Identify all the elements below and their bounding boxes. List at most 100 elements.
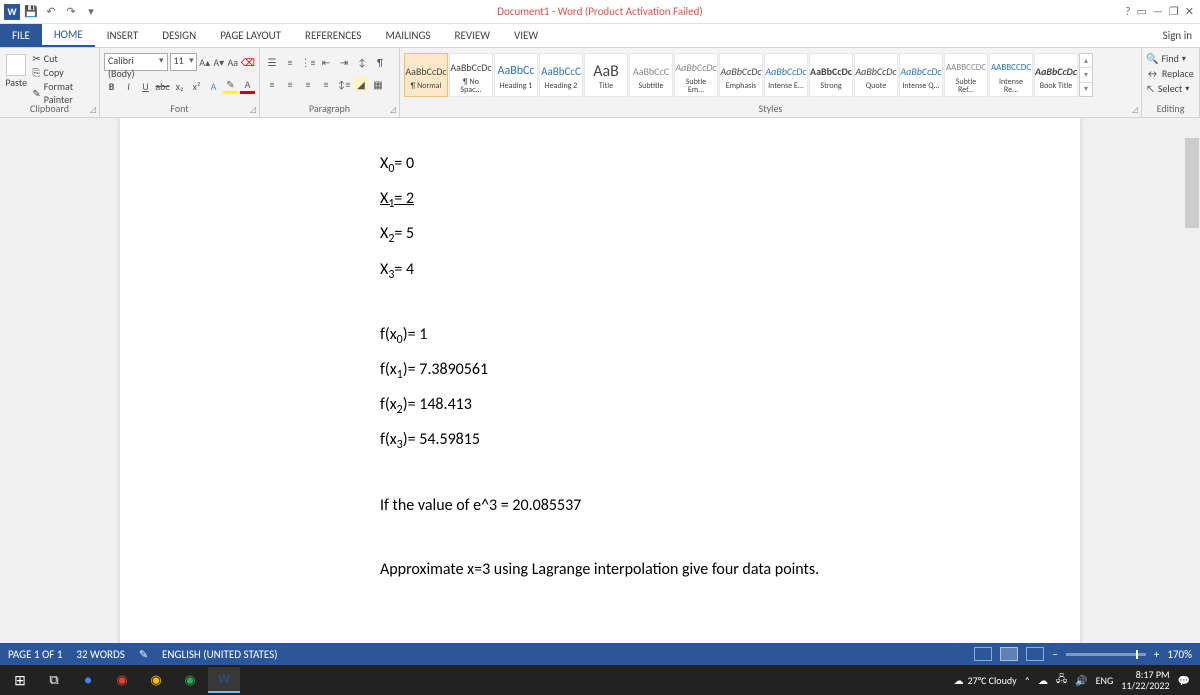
zoom-out-button[interactable]: −	[1052, 648, 1057, 661]
task-view-button[interactable]: ⧉	[38, 667, 70, 693]
maximize-icon[interactable]: ❐	[1169, 5, 1179, 18]
style-quote[interactable]: AaBbCcDcQuote	[854, 53, 898, 97]
find-button[interactable]: 🔍Find▾	[1146, 52, 1195, 65]
style-strong[interactable]: AaBbCcDcStrong	[809, 53, 853, 97]
style--normal[interactable]: AaBbCcDc¶ Normal	[404, 53, 448, 97]
style-intense-q-[interactable]: AaBbCcDcIntense Q...	[899, 53, 943, 97]
font-launcher-icon[interactable]: ◿	[250, 105, 256, 115]
app-icon-3[interactable]: ◉	[174, 667, 206, 693]
font-size-select[interactable]: 11	[170, 53, 197, 71]
superscript-button[interactable]: x²	[189, 78, 204, 94]
tab-home[interactable]: HOME	[42, 24, 95, 47]
undo-icon[interactable]: ↶	[42, 3, 60, 21]
document-content[interactable]: X0= 0X1= 2X2= 5X3= 4f(x0)= 1f(x1)= 7.389…	[120, 118, 1080, 586]
volume-icon[interactable]: 🔊	[1075, 674, 1087, 687]
save-icon[interactable]: 💾	[22, 3, 40, 21]
chrome-icon[interactable]: ●	[72, 667, 104, 693]
page[interactable]: X0= 0X1= 2X2= 5X3= 4f(x0)= 1f(x1)= 7.389…	[120, 118, 1080, 643]
minimize-icon[interactable]: —	[1153, 5, 1163, 18]
multilevel-button[interactable]: ⋮≡	[300, 54, 316, 70]
style-subtitle[interactable]: AaBbCcCSubtitle	[629, 53, 673, 97]
start-button[interactable]: ⊞	[4, 667, 36, 693]
style-intense-e-[interactable]: AaBbCcDcIntense E...	[764, 53, 808, 97]
help-icon[interactable]: ?	[1125, 5, 1130, 18]
underline-button[interactable]: U	[138, 78, 153, 94]
line-spacing-button[interactable]: ↕≡	[336, 76, 352, 92]
tab-review[interactable]: REVIEW	[442, 24, 502, 47]
word-count[interactable]: 32 WORDS	[76, 648, 124, 661]
justify-button[interactable]: ≡	[318, 76, 334, 92]
web-layout-button[interactable]	[1026, 647, 1044, 661]
tab-design[interactable]: DESIGN	[150, 24, 208, 47]
sign-in-link[interactable]: Sign in	[1155, 24, 1200, 47]
align-center-button[interactable]: ≡	[282, 76, 298, 92]
show-marks-button[interactable]: ¶	[372, 54, 388, 70]
ribbon-display-icon[interactable]: ▭	[1137, 5, 1147, 18]
shrink-font-button[interactable]: A▾	[213, 54, 225, 70]
tray-chevron-icon[interactable]: ˄	[1025, 674, 1030, 687]
style-emphasis[interactable]: AaBbCcDcEmphasis	[719, 53, 763, 97]
font-color-button[interactable]: A	[240, 78, 255, 94]
style-heading-1[interactable]: AaBbCcHeading 1	[494, 53, 538, 97]
notifications-icon[interactable]: 💬	[1178, 674, 1190, 687]
style-book-title[interactable]: AaBbCcDcBook Title	[1034, 53, 1078, 97]
style-intense-re-[interactable]: AABBCCDCIntense Re...	[989, 53, 1033, 97]
decrease-indent-button[interactable]: ⇤	[318, 54, 334, 70]
network-icon[interactable]: 🖧	[1056, 672, 1067, 689]
strikethrough-button[interactable]: abc	[155, 78, 170, 94]
align-left-button[interactable]: ≡	[264, 76, 280, 92]
clock[interactable]: 8:17 PM 11/22/2022	[1121, 669, 1169, 691]
copy-button[interactable]: ⎘Copy	[32, 66, 95, 79]
tab-file[interactable]: FILE	[0, 24, 42, 47]
italic-button[interactable]: I	[121, 78, 136, 94]
redo-icon[interactable]: ↷	[62, 3, 80, 21]
tab-mailings[interactable]: MAILINGS	[373, 24, 442, 47]
app-icon-2[interactable]: ◉	[140, 667, 172, 693]
grow-font-button[interactable]: A▴	[199, 54, 211, 70]
replace-button[interactable]: ↔Replace	[1146, 67, 1195, 80]
vertical-scrollbar[interactable]	[1184, 118, 1200, 643]
change-case-button[interactable]: Aa	[227, 54, 239, 70]
weather-widget[interactable]: ☁27°C Cloudy	[954, 674, 1017, 687]
style-subtle-em-[interactable]: AaBbCcDcSubtle Em...	[674, 53, 718, 97]
clear-formatting-button[interactable]: ⌫	[241, 54, 255, 70]
bullets-button[interactable]: ☰	[264, 54, 280, 70]
language-indicator[interactable]: ENGLISH (UNITED STATES)	[162, 648, 277, 661]
zoom-slider[interactable]	[1066, 653, 1146, 656]
shading-button[interactable]: ◢	[354, 77, 368, 91]
page-indicator[interactable]: PAGE 1 OF 1	[8, 648, 62, 661]
borders-button[interactable]: ▦	[370, 76, 386, 92]
zoom-level[interactable]: 170%	[1167, 648, 1192, 661]
highlight-button[interactable]: ✎	[223, 78, 238, 94]
font-name-select[interactable]: Calibri (Body)	[104, 53, 168, 71]
select-button[interactable]: ↖Select▾	[1146, 82, 1195, 95]
bold-button[interactable]: B	[104, 78, 119, 94]
paste-button[interactable]: Paste	[4, 50, 28, 104]
sort-button[interactable]: ↕	[354, 54, 370, 70]
style-subtle-ref-[interactable]: AABBCCDCSubtle Ref...	[944, 53, 988, 97]
print-layout-button[interactable]	[1000, 647, 1018, 661]
zoom-in-button[interactable]: +	[1154, 648, 1159, 661]
paragraph-launcher-icon[interactable]: ◿	[390, 105, 396, 115]
scrollbar-thumb[interactable]	[1185, 138, 1199, 228]
app-icon-1[interactable]: ◉	[106, 667, 138, 693]
onedrive-icon[interactable]: ☁	[1038, 674, 1048, 687]
cut-button[interactable]: ✂Cut	[32, 52, 95, 65]
input-language[interactable]: ENG	[1096, 674, 1114, 687]
style-heading-2[interactable]: AaBbCcCHeading 2	[539, 53, 583, 97]
clipboard-launcher-icon[interactable]: ◿	[90, 105, 96, 115]
text-effects-button[interactable]: A	[206, 78, 221, 94]
styles-gallery[interactable]: AaBbCcDc¶ NormalAaBbCcDc¶ No Spac...AaBb…	[404, 50, 1137, 100]
spell-check-icon[interactable]: ✎	[139, 648, 148, 661]
style-title[interactable]: AaBTitle	[584, 53, 628, 97]
tab-page-layout[interactable]: PAGE LAYOUT	[208, 24, 293, 47]
increase-indent-button[interactable]: ⇥	[336, 54, 352, 70]
tab-view[interactable]: VIEW	[502, 24, 550, 47]
close-icon[interactable]: ✕	[1185, 5, 1194, 18]
numbering-button[interactable]: ≡	[282, 54, 298, 70]
subscript-button[interactable]: x₂	[172, 78, 187, 94]
align-right-button[interactable]: ≡	[300, 76, 316, 92]
read-mode-button[interactable]	[974, 647, 992, 661]
word-taskbar-icon[interactable]: W	[208, 667, 240, 693]
tab-references[interactable]: REFERENCES	[293, 24, 373, 47]
